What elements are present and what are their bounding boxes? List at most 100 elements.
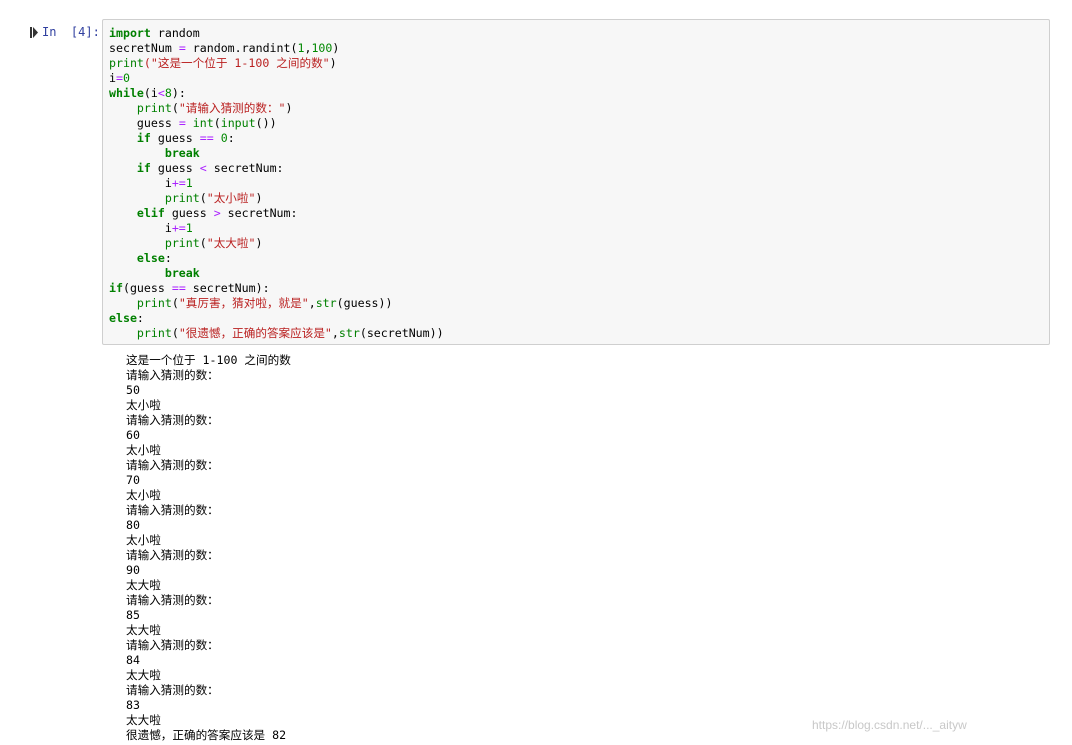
code-token: )	[255, 236, 263, 250]
code-token: (i	[143, 86, 158, 100]
run-cell-marker-icon[interactable]	[30, 27, 38, 38]
output-line: 很遗憾，正确的答案应该是 82	[126, 728, 287, 742]
code-token: secretNum:	[220, 206, 298, 220]
code-token: ==	[171, 281, 186, 295]
input-prompt: In [4]:	[42, 25, 100, 39]
code-token: random.randint(	[185, 41, 298, 55]
code-token: "太大啦"	[206, 236, 256, 250]
code-token: 1	[185, 221, 193, 235]
code-token: ==	[199, 131, 214, 145]
output-line: 60	[126, 428, 140, 442]
code-token: import	[109, 26, 151, 40]
code-token: print	[136, 326, 172, 340]
code-line: print("请输入猜测的数：")	[109, 101, 444, 116]
code-line: i+=1	[109, 221, 444, 236]
code-token: =	[115, 71, 123, 85]
output-line: 请输入猜测的数：	[126, 683, 219, 697]
output-line: 50	[126, 383, 140, 397]
code-token: (guess))	[336, 296, 393, 310]
code-token: :	[164, 251, 172, 265]
output-line: 请输入猜测的数：	[126, 413, 219, 427]
code-token: elif	[136, 206, 165, 220]
code-token: guess	[109, 116, 179, 130]
code-line: print("太小啦")	[109, 191, 444, 206]
code-token: i	[109, 71, 116, 85]
output-line: 太小啦	[126, 443, 161, 457]
code-line: break	[109, 266, 444, 281]
code-token: ):	[171, 86, 186, 100]
code-token: :	[227, 131, 235, 145]
code-token: <	[157, 86, 165, 100]
code-token: print	[164, 191, 200, 205]
code-line: if guess < secretNum:	[109, 161, 444, 176]
code-token: (	[199, 236, 207, 250]
code-token: (	[199, 191, 207, 205]
code-line: print("很遗憾，正确的答案应该是",str(secretNum))	[109, 326, 444, 341]
output-line: 请输入猜测的数：	[126, 503, 219, 517]
output-line: 85	[126, 608, 140, 622]
output-line: 太大啦	[126, 623, 161, 637]
code-line: import random	[109, 26, 444, 41]
code-token: 0	[220, 131, 228, 145]
code-token: print	[136, 296, 172, 310]
code-line: else:	[109, 311, 444, 326]
code-token: >	[213, 206, 221, 220]
code-line: else:	[109, 251, 444, 266]
code-token: (	[171, 296, 179, 310]
cell-output: 这是一个位于 1-100 之间的数 请输入猜测的数： 50 太小啦 请输入猜测的数： 60…	[126, 353, 291, 743]
code-line: print("太大啦")	[109, 236, 444, 251]
output-line: 83	[126, 698, 140, 712]
output-line: 太大啦	[126, 713, 161, 727]
code-token: guess	[150, 131, 200, 145]
code-token: ("这是一个位于 1-100 之间的数"	[143, 56, 330, 70]
code-token: secretNum	[109, 41, 179, 55]
code-token: 0	[122, 71, 130, 85]
code-line: if guess == 0:	[109, 131, 444, 146]
code-token: "很遗憾，正确的答案应该是"	[178, 326, 332, 340]
code-token: str	[338, 326, 360, 340]
code-token: while	[109, 86, 144, 100]
code-editor[interactable]: import random secretNum = random.randint(…	[109, 26, 444, 341]
code-token: (	[171, 101, 179, 115]
code-token: print	[109, 56, 144, 70]
output-line: 84	[126, 653, 140, 667]
code-token: )	[332, 41, 340, 55]
output-line: 这是一个位于 1-100 之间的数	[126, 353, 291, 367]
code-line: secretNum = random.randint(1,100)	[109, 41, 444, 56]
code-token: "太小啦"	[206, 191, 256, 205]
code-token: if	[136, 131, 151, 145]
code-token: print	[136, 101, 172, 115]
code-token: (	[213, 116, 221, 130]
output-line: 70	[126, 473, 140, 487]
code-line: guess = int(input())	[109, 116, 444, 131]
output-line: 请输入猜测的数：	[126, 458, 219, 472]
output-line: 90	[126, 563, 140, 577]
code-token: )	[255, 191, 263, 205]
code-token: int	[192, 116, 214, 130]
code-token: =	[178, 116, 186, 130]
code-token: =	[178, 41, 186, 55]
code-token: input	[220, 116, 256, 130]
code-token: (	[171, 326, 179, 340]
output-line: 80	[126, 518, 140, 532]
code-token: else	[109, 311, 137, 325]
code-line: elif guess > secretNum:	[109, 206, 444, 221]
code-line: print("这是一个位于 1-100 之间的数")	[109, 56, 444, 71]
code-token: )	[285, 101, 293, 115]
code-input-area[interactable]: import random secretNum = random.randint(…	[102, 19, 1050, 345]
code-token: else	[136, 251, 165, 265]
code-token: <	[199, 161, 207, 175]
output-line: 请输入猜测的数：	[126, 593, 219, 607]
code-token: 100	[311, 41, 333, 55]
code-token: "真厉害，猜对啦，就是"	[178, 296, 309, 310]
code-token: ,	[308, 296, 316, 310]
